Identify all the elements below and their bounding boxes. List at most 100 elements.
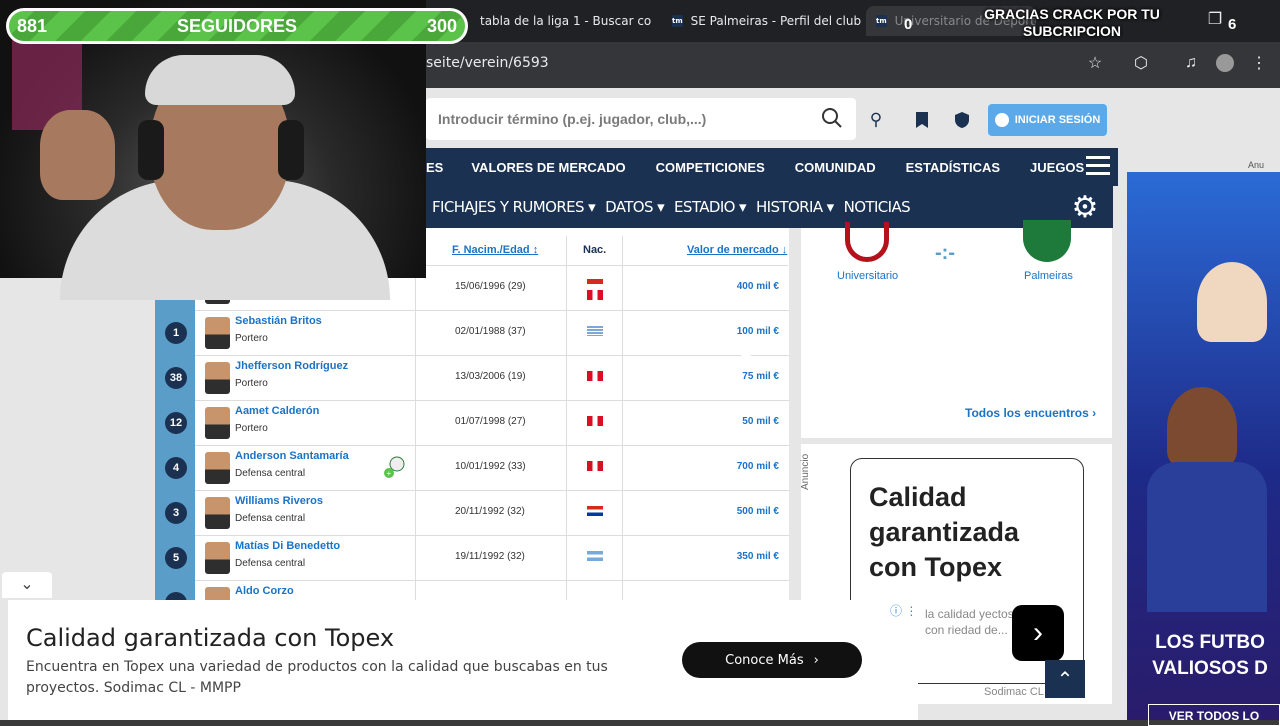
away-team-name[interactable]: Palmeiras (1024, 270, 1073, 282)
column-divider (415, 356, 416, 401)
shirt-number: 12 (165, 412, 187, 434)
player-name[interactable]: Sebastián Britos (235, 315, 322, 327)
column-birth-date[interactable]: F. Nacim./Edad ↕ (452, 244, 538, 256)
shirt-number: 5 (165, 547, 187, 569)
browser-menu-icon[interactable]: ⋮ (1246, 52, 1272, 74)
search-icon[interactable] (820, 106, 844, 130)
player-photo[interactable] (205, 452, 230, 484)
login-button[interactable]: INICIAR SESIÓN (988, 104, 1107, 136)
birth-date: 15/06/1996 (29) (455, 281, 526, 292)
advanced-search-icon[interactable]: ⚲ (862, 106, 890, 134)
shirt-number-cell: 38 (155, 356, 195, 401)
market-value[interactable]: 700 mil € (737, 461, 779, 472)
player-photo[interactable] (205, 542, 230, 574)
followers-goal-bar: 881 SEGUIDORES 300 (6, 8, 468, 44)
palmeiras-crest[interactable] (1023, 220, 1071, 262)
chevron-right-icon[interactable]: › (1012, 605, 1064, 661)
subnav-transfers[interactable]: FICHAJES Y RUMORES ▾ (432, 198, 596, 216)
player-name[interactable]: Matías Di Benedetto (235, 540, 340, 552)
birth-date: 10/01/1992 (33) (455, 461, 526, 472)
player-name[interactable]: Williams Riveros (235, 495, 323, 507)
profile-avatar-icon[interactable] (1212, 52, 1238, 74)
restore-icon[interactable]: ❐ (1202, 8, 1228, 30)
subnav-data[interactable]: DATOS ▾ (605, 198, 665, 216)
player-name[interactable]: Aamet Calderón (235, 405, 319, 417)
previous-club-badge-icon[interactable]: + (383, 456, 405, 480)
ad-cta-button[interactable]: Conoce Más › (682, 642, 862, 678)
player-photo[interactable] (205, 362, 230, 394)
nav-item-competitions[interactable]: COMPETICIONES (656, 160, 765, 175)
nationality-flag-icon (587, 551, 603, 561)
column-divider (566, 266, 567, 311)
nav-item-market-values[interactable]: VALORES DE MERCADO (471, 160, 625, 175)
table-row[interactable]: 4 Anderson Santamaría Defensa central 10/01… (155, 446, 789, 491)
search-input[interactable]: Introducir término (p.ej. jugador, club,… (426, 98, 856, 140)
player-photo[interactable] (205, 497, 230, 529)
player-image (1167, 387, 1237, 467)
column-market-value[interactable]: Valor de mercado ↓ (687, 244, 787, 256)
player-image (1197, 262, 1267, 342)
gear-icon[interactable]: ⚙ (1067, 190, 1103, 226)
shirt-number: 4 (165, 457, 187, 479)
market-value[interactable]: 400 mil € (737, 281, 779, 292)
column-divider (566, 311, 567, 356)
nav-item-community[interactable]: COMUNIDAD (795, 160, 876, 175)
birth-date: 19/11/1992 (32) (455, 551, 525, 562)
bookmark-icon[interactable] (908, 106, 936, 134)
bottom-ad-description: Encuentra en Topex una variedad de produ… (26, 659, 608, 696)
market-value[interactable]: 500 mil € (737, 506, 779, 517)
shield-icon[interactable] (948, 106, 976, 134)
subnav-news[interactable]: NOTICIAS (844, 198, 911, 216)
subnav-stadium[interactable]: ESTADIO ▾ (674, 198, 747, 216)
table-row[interactable]: 3 Williams Riveros Defensa central 20/11/19… (155, 491, 789, 536)
nav-item-games[interactable]: JUEGOS (1030, 160, 1084, 175)
market-value[interactable]: 50 mil € (742, 416, 779, 427)
streamer-hair (145, 55, 295, 105)
media-control-icon[interactable]: ♫ (1178, 52, 1204, 74)
all-matches-label: Todos los encuentros (965, 406, 1089, 420)
column-divider (622, 266, 623, 311)
bookmark-star-icon[interactable]: ☆ (1082, 52, 1108, 74)
column-divider (622, 401, 623, 446)
browser-tab[interactable]: tm SE Palmeiras - Perfil del club ✕ (662, 6, 862, 36)
player-name[interactable]: Aldo Corzo (235, 585, 294, 597)
player-photo[interactable] (205, 407, 230, 439)
player-photo[interactable] (205, 317, 230, 349)
ad-info-icon[interactable]: ⓘ ⋮ (890, 602, 917, 619)
market-value[interactable]: 75 mil € (742, 371, 779, 382)
market-value[interactable]: 100 mil € (737, 326, 779, 337)
table-row[interactable]: 12 Aamet Calderón Portero 01/07/1998 (27) 50… (155, 401, 789, 446)
column-divider (566, 401, 567, 446)
subnav-history[interactable]: HISTORIA ▾ (756, 198, 834, 216)
player-name[interactable]: Jhefferson Rodríguez (235, 360, 348, 372)
player-name[interactable]: Anderson Santamaría (235, 450, 349, 462)
table-row[interactable]: 38 Jhefferson Rodríguez Portero 13/03/2006 … (155, 356, 789, 401)
ad-brand: Sodimac CL (984, 686, 1044, 698)
nav-item[interactable]: ES (426, 160, 443, 175)
player-position: Portero (235, 378, 268, 389)
column-divider (566, 491, 567, 536)
table-row[interactable]: 5 Matías Di Benedetto Defensa central 19/11… (155, 536, 789, 581)
all-matches-link[interactable]: Todos los encuentros › (965, 406, 1096, 420)
stream-counter: 6 (1228, 16, 1237, 33)
extensions-icon[interactable]: ⬡ (1128, 52, 1154, 74)
tab-title: tabla de la liga 1 - Buscar co (480, 14, 652, 28)
birth-date: 01/07/1998 (27) (455, 416, 526, 427)
table-row[interactable]: 1 Sebastián Britos Portero 02/01/1988 (37) 1… (155, 311, 789, 356)
side-ad-button[interactable]: VER TODOS LO (1148, 704, 1280, 726)
streamer-hand (40, 110, 115, 200)
scroll-to-top-button[interactable]: ⌃ (1045, 660, 1085, 698)
chevron-right-icon: › (813, 652, 819, 668)
hamburger-menu-icon[interactable] (1086, 156, 1110, 178)
player-position: Defensa central (235, 558, 306, 569)
url-field[interactable]: seite/verein/6593 (426, 55, 549, 71)
birth-date: 20/11/1992 (32) (455, 506, 525, 517)
collapse-ad-button[interactable]: ⌄ (2, 572, 52, 598)
nav-item-statistics[interactable]: ESTADÍSTICAS (906, 160, 1000, 175)
player-position: Portero (235, 333, 268, 344)
universitario-crest[interactable] (845, 222, 889, 262)
browser-tab[interactable]: tabla de la liga 1 - Buscar co ✕ (462, 6, 658, 36)
market-value[interactable]: 350 mil € (737, 551, 779, 562)
home-team-name[interactable]: Universitario (837, 270, 898, 282)
column-divider (622, 311, 623, 356)
